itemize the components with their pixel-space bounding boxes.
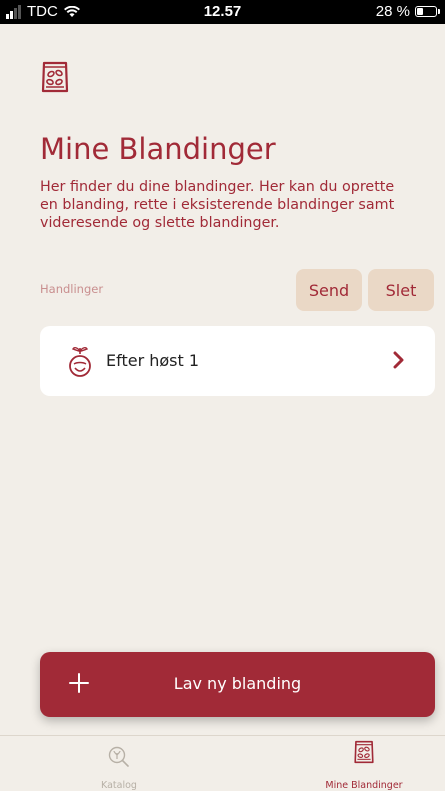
tab-katalog-label: Katalog [101, 780, 137, 791]
seed-bag-icon [41, 61, 69, 93]
battery-icon [415, 6, 440, 17]
chevron-right-icon [393, 351, 404, 369]
page-description: Her finder du dine blandinger. Her kan d… [40, 179, 395, 231]
blend-name: Efter høst 1 [106, 351, 200, 370]
tab-mine-blandinger-label: Mine Blandinger [325, 780, 403, 791]
battery-percent: 28 % [375, 3, 410, 20]
tab-mine-blandinger[interactable]: Mine Blandinger [289, 736, 439, 791]
tab-bar: Katalog Mine Blandinger [0, 735, 445, 791]
new-blend-button[interactable]: Lav ny blanding [40, 652, 435, 717]
blend-list-item[interactable]: Efter høst 1 [40, 326, 435, 396]
seed-search-icon [108, 746, 129, 767]
status-bar: TDC 12.57 28 % [0, 0, 445, 24]
sprout-seed-icon [69, 347, 91, 377]
page-title: Mine Blandinger [40, 132, 276, 166]
tab-katalog[interactable]: Katalog [44, 736, 194, 791]
status-right: 28 % [375, 3, 440, 20]
actions-label: Handlinger [40, 282, 104, 296]
seed-bag-icon [354, 740, 374, 764]
delete-button[interactable]: Slet [368, 269, 434, 311]
send-button[interactable]: Send [296, 269, 362, 311]
new-blend-label: Lav ny blanding [173, 674, 302, 693]
